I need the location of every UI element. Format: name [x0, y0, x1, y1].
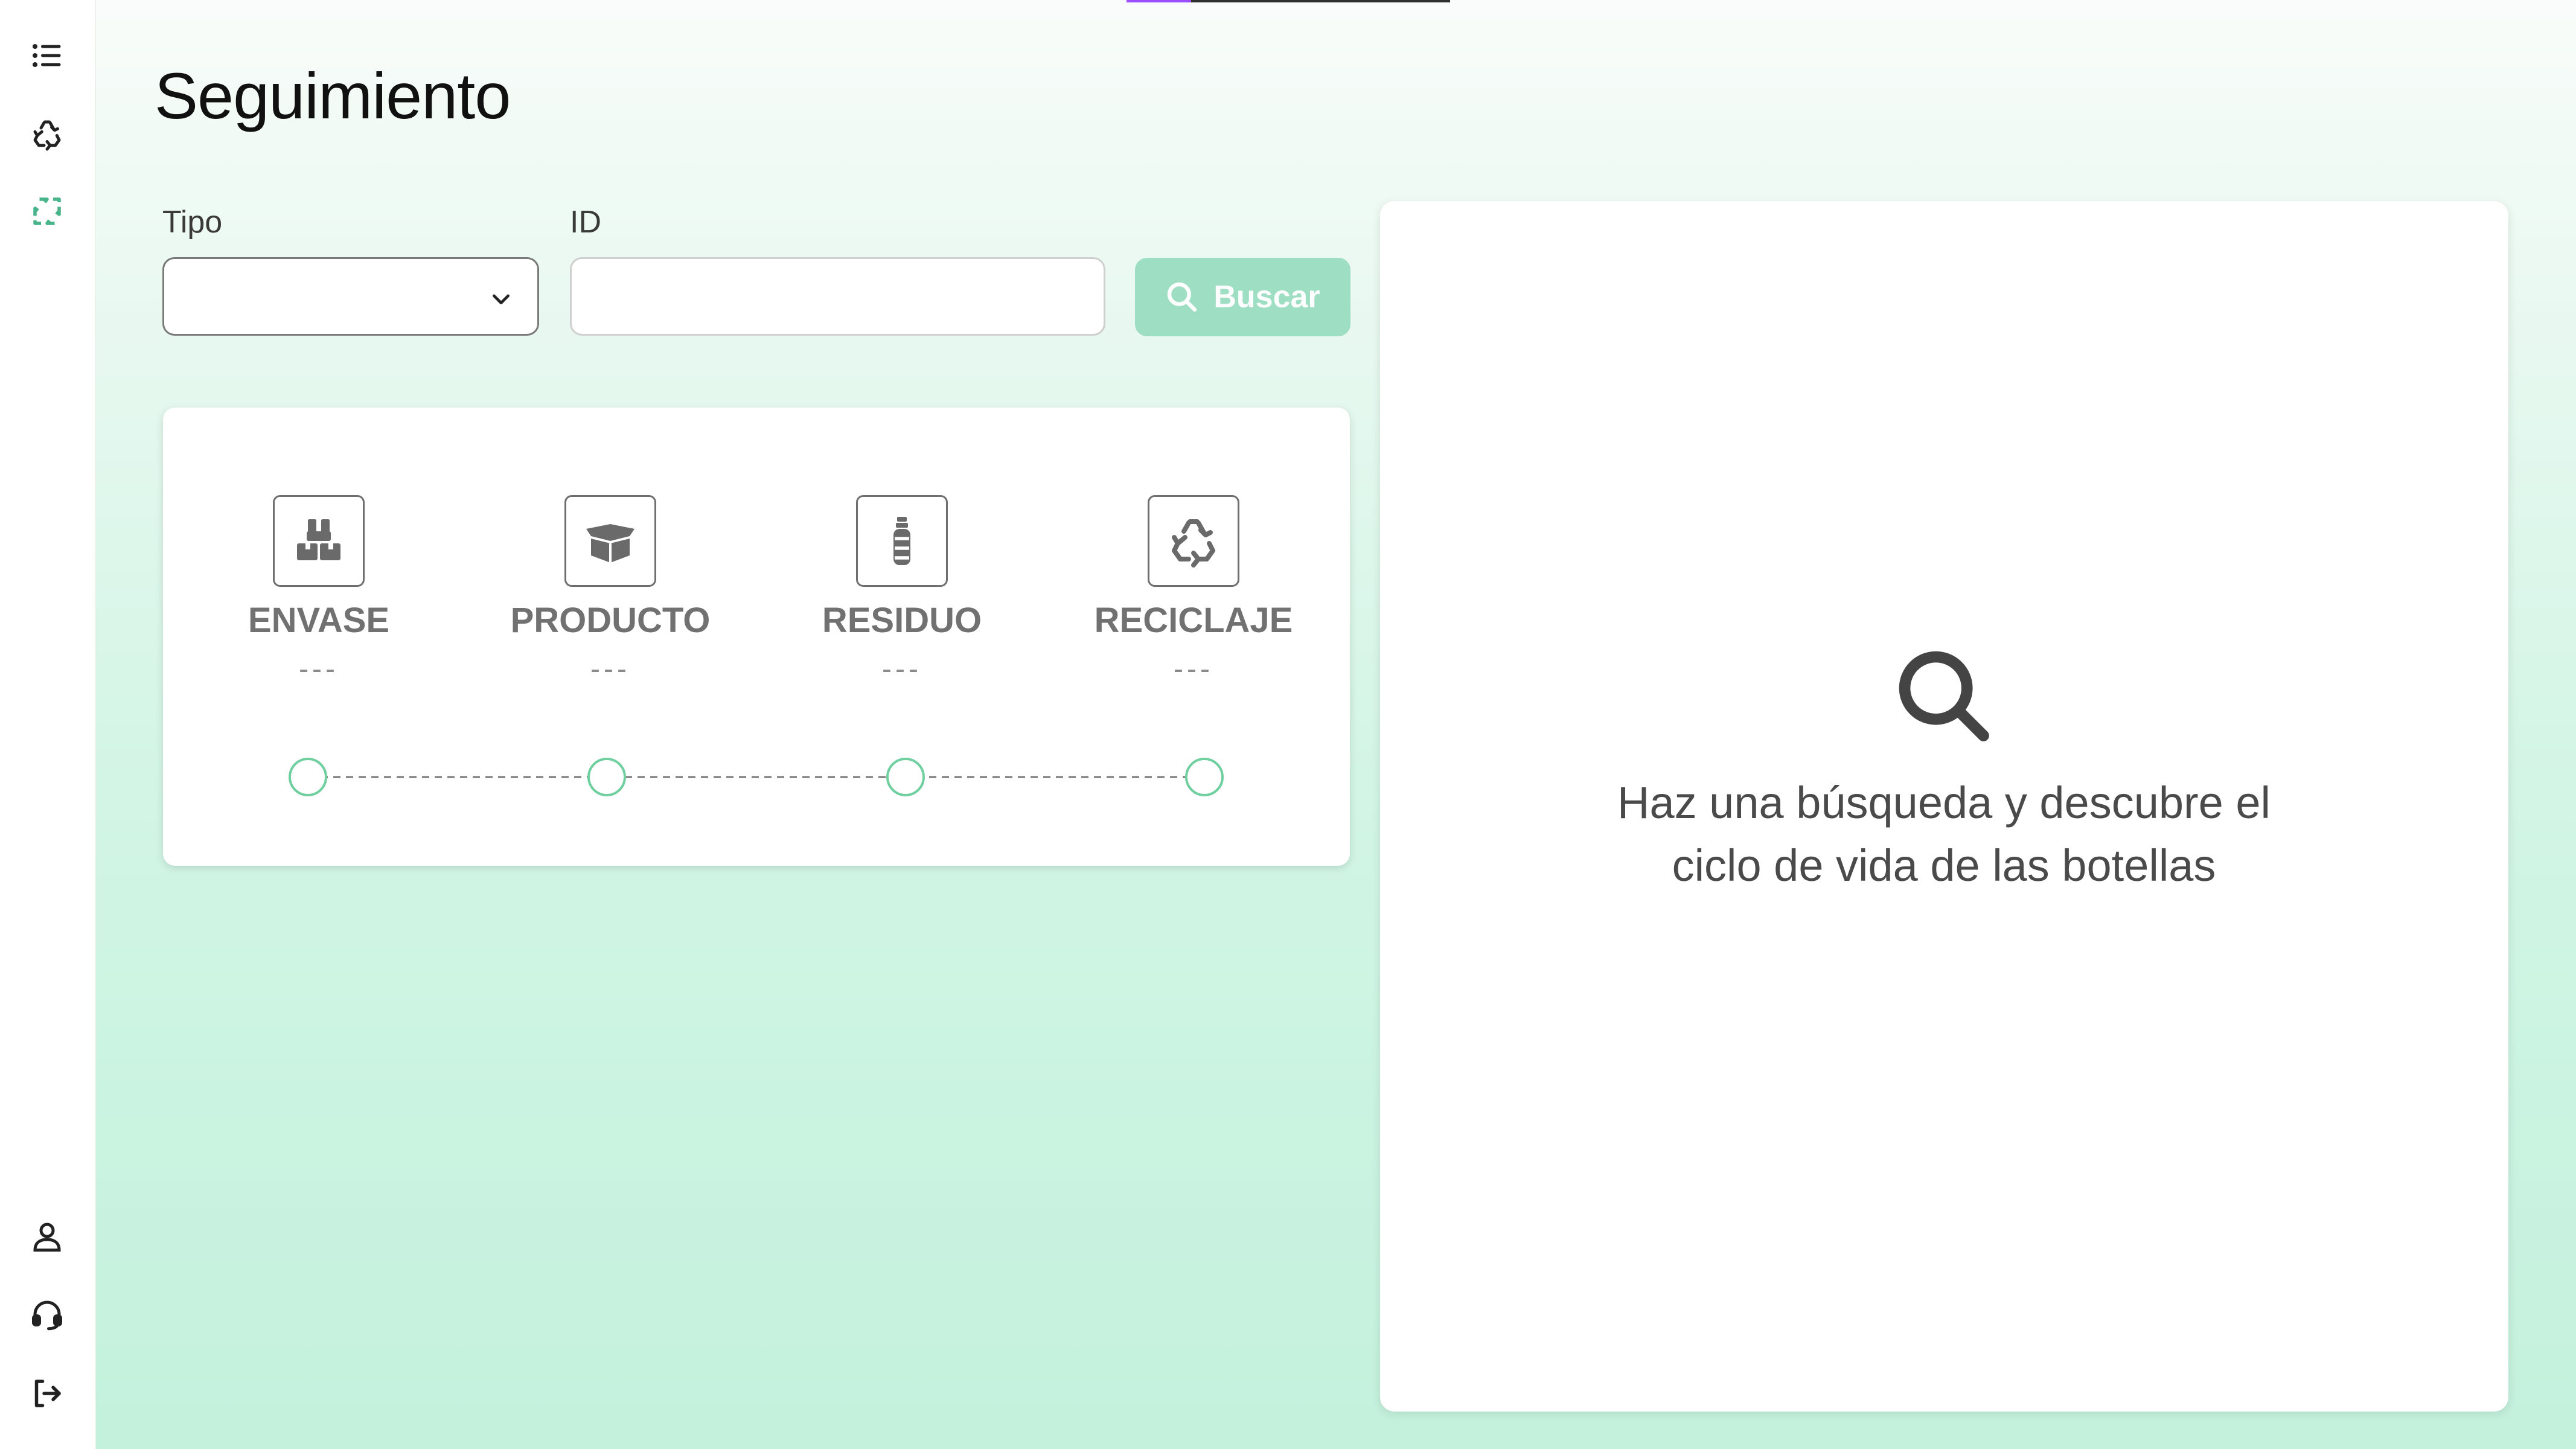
step-envase: ENVASE --- — [192, 495, 446, 686]
tipo-select[interactable] — [162, 257, 539, 336]
search-icon — [1893, 645, 1996, 749]
recycle-icon — [1148, 495, 1239, 587]
step-producto: PRODUCTO --- — [484, 495, 737, 686]
headset-icon[interactable] — [29, 1296, 65, 1332]
step-reciclaje: RECICLAJE --- — [1067, 495, 1320, 686]
timeline-node-envase — [289, 758, 327, 796]
step-label: ENVASE — [248, 601, 390, 640]
timeline-node-residuo — [886, 758, 925, 796]
list-icon[interactable] — [29, 37, 65, 74]
id-input[interactable] — [570, 257, 1105, 336]
user-icon[interactable] — [29, 1218, 65, 1255]
step-label: RESIDUO — [822, 601, 982, 640]
recycle-icon[interactable] — [29, 116, 65, 152]
bottle-icon — [856, 495, 948, 587]
top-progress-bar — [1127, 0, 1450, 2]
sidebar — [0, 0, 96, 1449]
search-icon — [1168, 282, 1197, 312]
logout-icon[interactable] — [29, 1375, 65, 1412]
chevron-down-icon — [493, 294, 510, 304]
page-title: Seguimiento — [155, 59, 511, 132]
timeline-node-producto — [587, 758, 626, 796]
step-residuo: RESIDUO --- — [775, 495, 1029, 686]
id-label: ID — [570, 205, 601, 240]
tracking-recycle-icon[interactable] — [29, 193, 65, 229]
empty-state-message: Haz una búsqueda y descubre el ciclo de … — [1617, 778, 2271, 891]
tipo-label: Tipo — [162, 205, 223, 240]
search-button[interactable]: Buscar — [1135, 258, 1350, 336]
step-label: PRODUCTO — [510, 601, 711, 640]
lifecycle-steps-card: ENVASE --- PRODUCTO --- RESIDUO --- RECI… — [163, 408, 1350, 866]
timeline-node-reciclaje — [1185, 758, 1224, 796]
step-value: --- — [299, 653, 339, 685]
step-value: --- — [590, 653, 630, 685]
progress-fill — [1127, 0, 1192, 2]
search-button-label: Buscar — [1213, 280, 1320, 315]
step-label: RECICLAJE — [1094, 601, 1293, 640]
step-value: --- — [882, 653, 922, 685]
open-box-icon — [564, 495, 656, 587]
lifecycle-info-panel: Haz una búsqueda y descubre el ciclo de … — [1380, 201, 2508, 1412]
step-value: --- — [1174, 653, 1213, 685]
boxes-icon — [273, 495, 365, 587]
